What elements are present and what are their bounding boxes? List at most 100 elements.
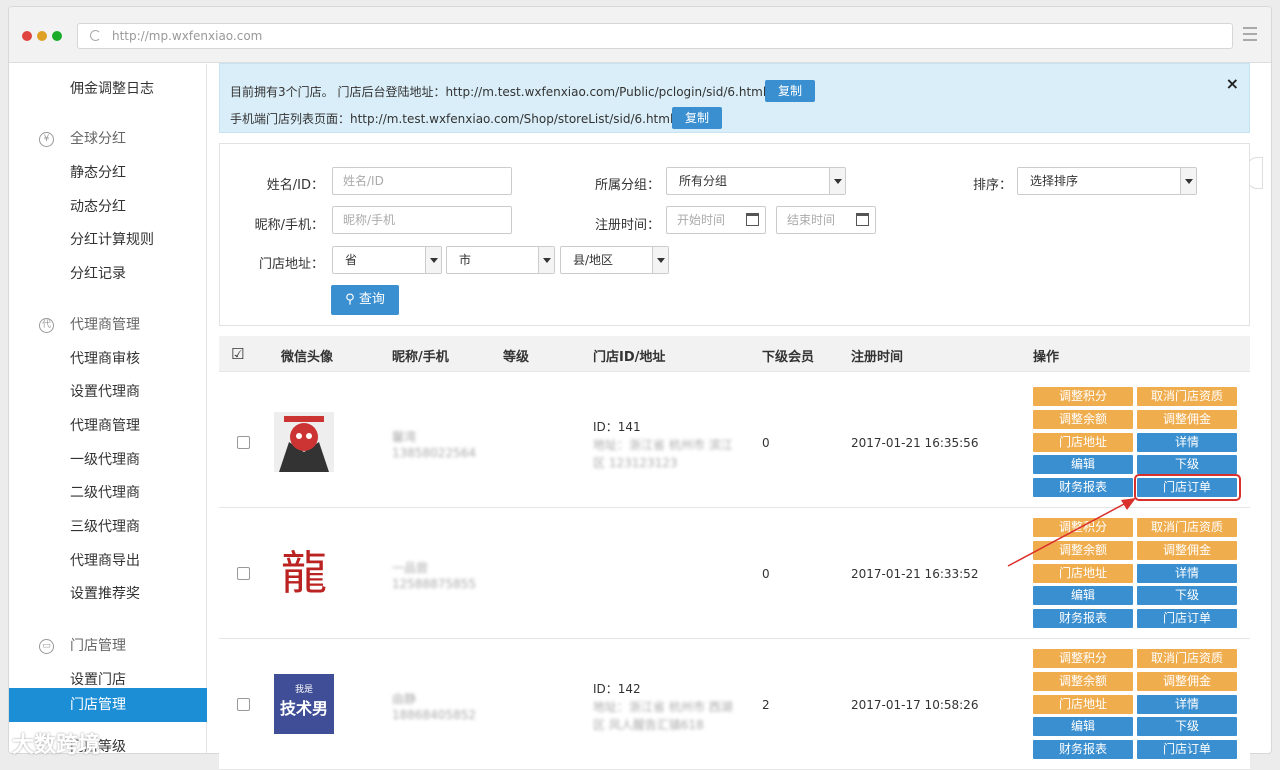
sidebar-item-referral-reward[interactable]: 设置推荐奖	[70, 583, 140, 603]
sidebar-item-commission-log[interactable]: 佣金调整日志	[70, 78, 154, 98]
chevron-down-icon	[829, 168, 845, 194]
notice-mobile-url: 手机端门店列表页面：http://m.test.wxfenxiao.com/Sh…	[230, 112, 674, 126]
sidebar-item-static-dividend[interactable]: 静态分红	[70, 162, 126, 182]
finance-report-button[interactable]: 财务报表	[1033, 478, 1133, 497]
adjust-commission-button[interactable]: 调整佣金	[1137, 672, 1237, 691]
sidebar-item-dynamic-dividend[interactable]: 动态分红	[70, 196, 126, 216]
sidebar-item-agent-l2[interactable]: 二级代理商	[70, 482, 140, 502]
row-phone: 13858022564	[392, 446, 476, 460]
edit-button[interactable]: 编辑	[1033, 717, 1133, 736]
filter-panel: 姓名/ID： 姓名/ID 昵称/手机： 昵称/手机 门店地址： 省 市 县/地区…	[219, 143, 1250, 326]
adjust-points-button[interactable]: 调整积分	[1033, 649, 1133, 668]
row-reg-time: 2017-01-17 10:58:26	[851, 698, 979, 712]
subordinates-button[interactable]: 下级	[1137, 455, 1237, 474]
select-all-checkbox[interactable]: ☑	[231, 345, 244, 363]
store-notice: 目前拥有3个门店。 门店后台登陆地址：http://m.test.wxfenxi…	[219, 63, 1250, 133]
store-icon: ▭	[39, 638, 54, 654]
store-address-button[interactable]: 门店地址	[1033, 564, 1133, 583]
row-store-id: ID：142	[593, 682, 641, 696]
details-button[interactable]: 详情	[1137, 695, 1237, 714]
adjust-balance-button[interactable]: 调整余额	[1033, 672, 1133, 691]
sidebar-item-agent-l3[interactable]: 三级代理商	[70, 516, 140, 536]
subordinates-button[interactable]: 下级	[1137, 586, 1237, 605]
minimize-dot-icon[interactable]	[37, 31, 47, 41]
col-ops: 操作	[1033, 350, 1060, 365]
col-store: 门店ID/地址	[593, 350, 666, 365]
details-button[interactable]: 详情	[1137, 433, 1237, 452]
finance-report-button[interactable]: 财务报表	[1033, 740, 1133, 759]
col-level: 等级	[503, 350, 530, 365]
row-checkbox[interactable]	[237, 698, 250, 711]
adjust-balance-button[interactable]: 调整余额	[1033, 541, 1133, 560]
sidebar-group-global-dividend[interactable]: ¥ 全球分红	[39, 128, 126, 148]
group-label: 所属分组：	[594, 178, 660, 193]
start-time-input[interactable]: 开始时间	[666, 206, 766, 234]
copy-login-url-button[interactable]: 复制	[765, 80, 815, 102]
sidebar-item-set-agent[interactable]: 设置代理商	[70, 381, 140, 401]
store-orders-button[interactable]: 门店订单	[1137, 740, 1237, 759]
sidebar-item-store-manage[interactable]: 门店管理	[9, 688, 207, 722]
yen-icon: ¥	[39, 131, 54, 147]
sidebar-group-store[interactable]: ▭ 门店管理	[39, 635, 126, 655]
avatar: 我是 技术男	[274, 674, 334, 734]
adjust-commission-button[interactable]: 调整佣金	[1137, 410, 1237, 429]
calendar-icon[interactable]	[746, 213, 759, 226]
finance-report-button[interactable]: 财务报表	[1033, 609, 1133, 628]
sidebar: 佣金调整日志 ¥ 全球分红 静态分红 动态分红 分红计算规则 分红记录 代代理商管…	[9, 64, 207, 753]
county-select[interactable]: 县/地区	[560, 246, 669, 274]
maximize-dot-icon[interactable]	[52, 31, 62, 41]
cancel-store-button[interactable]: 取消门店资质	[1137, 649, 1237, 668]
nick-phone-label: 昵称/手机：	[254, 218, 324, 233]
adjust-points-button[interactable]: 调整积分	[1033, 387, 1133, 406]
end-time-input[interactable]: 结束时间	[776, 206, 876, 234]
calendar-icon[interactable]	[856, 213, 869, 226]
row-checkbox[interactable]	[237, 436, 250, 449]
col-sub: 下级会员	[762, 350, 815, 365]
reload-icon[interactable]	[90, 30, 101, 41]
sidebar-item-dividend-rules[interactable]: 分红计算规则	[70, 229, 154, 249]
search-button[interactable]: ⚲ 查询	[331, 285, 399, 315]
store-address-button[interactable]: 门店地址	[1033, 433, 1133, 452]
details-button[interactable]: 详情	[1137, 564, 1237, 583]
sidebar-item-agent-l1[interactable]: 一级代理商	[70, 449, 140, 469]
col-avatar: 微信头像	[281, 350, 334, 365]
close-dot-icon[interactable]	[22, 31, 32, 41]
adjust-commission-button[interactable]: 调整佣金	[1137, 541, 1237, 560]
name-id-input[interactable]: 姓名/ID	[332, 167, 512, 195]
copy-mobile-url-button[interactable]: 复制	[672, 107, 722, 129]
sort-select[interactable]: 选择排序	[1017, 167, 1197, 195]
row-sub-count: 0	[762, 567, 770, 581]
row-store-id: ID：141	[593, 420, 641, 434]
adjust-points-button[interactable]: 调整积分	[1033, 518, 1133, 537]
edit-button[interactable]: 编辑	[1033, 455, 1133, 474]
notice-login-url: 目前拥有3个门店。 门店后台登陆地址：http://m.test.wxfenxi…	[230, 85, 767, 99]
sidebar-item-agent-review[interactable]: 代理商审核	[70, 348, 140, 368]
sidebar-item-agent-manage[interactable]: 代理商管理	[70, 415, 140, 435]
store-address-button[interactable]: 门店地址	[1033, 695, 1133, 714]
subordinates-button[interactable]: 下级	[1137, 717, 1237, 736]
nick-phone-input[interactable]: 昵称/手机	[332, 206, 512, 234]
chevron-down-icon	[425, 247, 441, 273]
chevron-down-icon	[1180, 168, 1196, 194]
sidebar-group-agent[interactable]: 代代理商管理	[39, 314, 140, 334]
close-notice-icon[interactable]: ×	[1226, 74, 1239, 93]
group-select[interactable]: 所有分组	[666, 167, 846, 195]
edit-button[interactable]: 编辑	[1033, 586, 1133, 605]
sort-label: 排序：	[972, 178, 1012, 193]
adjust-balance-button[interactable]: 调整余额	[1033, 410, 1133, 429]
cancel-store-button[interactable]: 取消门店资质	[1137, 387, 1237, 406]
city-select[interactable]: 市	[446, 246, 555, 274]
hamburger-menu-icon[interactable]	[1243, 27, 1257, 45]
address-bar[interactable]: http://mp.wxfenxiao.com	[77, 23, 1233, 49]
sidebar-item-dividend-records[interactable]: 分红记录	[70, 263, 126, 283]
sidebar-item-set-store[interactable]: 设置门店	[70, 669, 126, 689]
row-checkbox[interactable]	[237, 567, 250, 580]
reg-time-label: 注册时间：	[594, 218, 660, 233]
table-row: 龍 一品尝 12588875855 0 2017-01-21 16:33:52 …	[219, 509, 1250, 639]
sidebar-item-agent-export[interactable]: 代理商导出	[70, 550, 140, 570]
province-select[interactable]: 省	[332, 246, 442, 274]
cancel-store-button[interactable]: 取消门店资质	[1137, 518, 1237, 537]
row-phone: 18868405852	[392, 708, 476, 722]
row-nick: 馨湾	[392, 430, 417, 444]
store-orders-button[interactable]: 门店订单	[1137, 609, 1237, 628]
